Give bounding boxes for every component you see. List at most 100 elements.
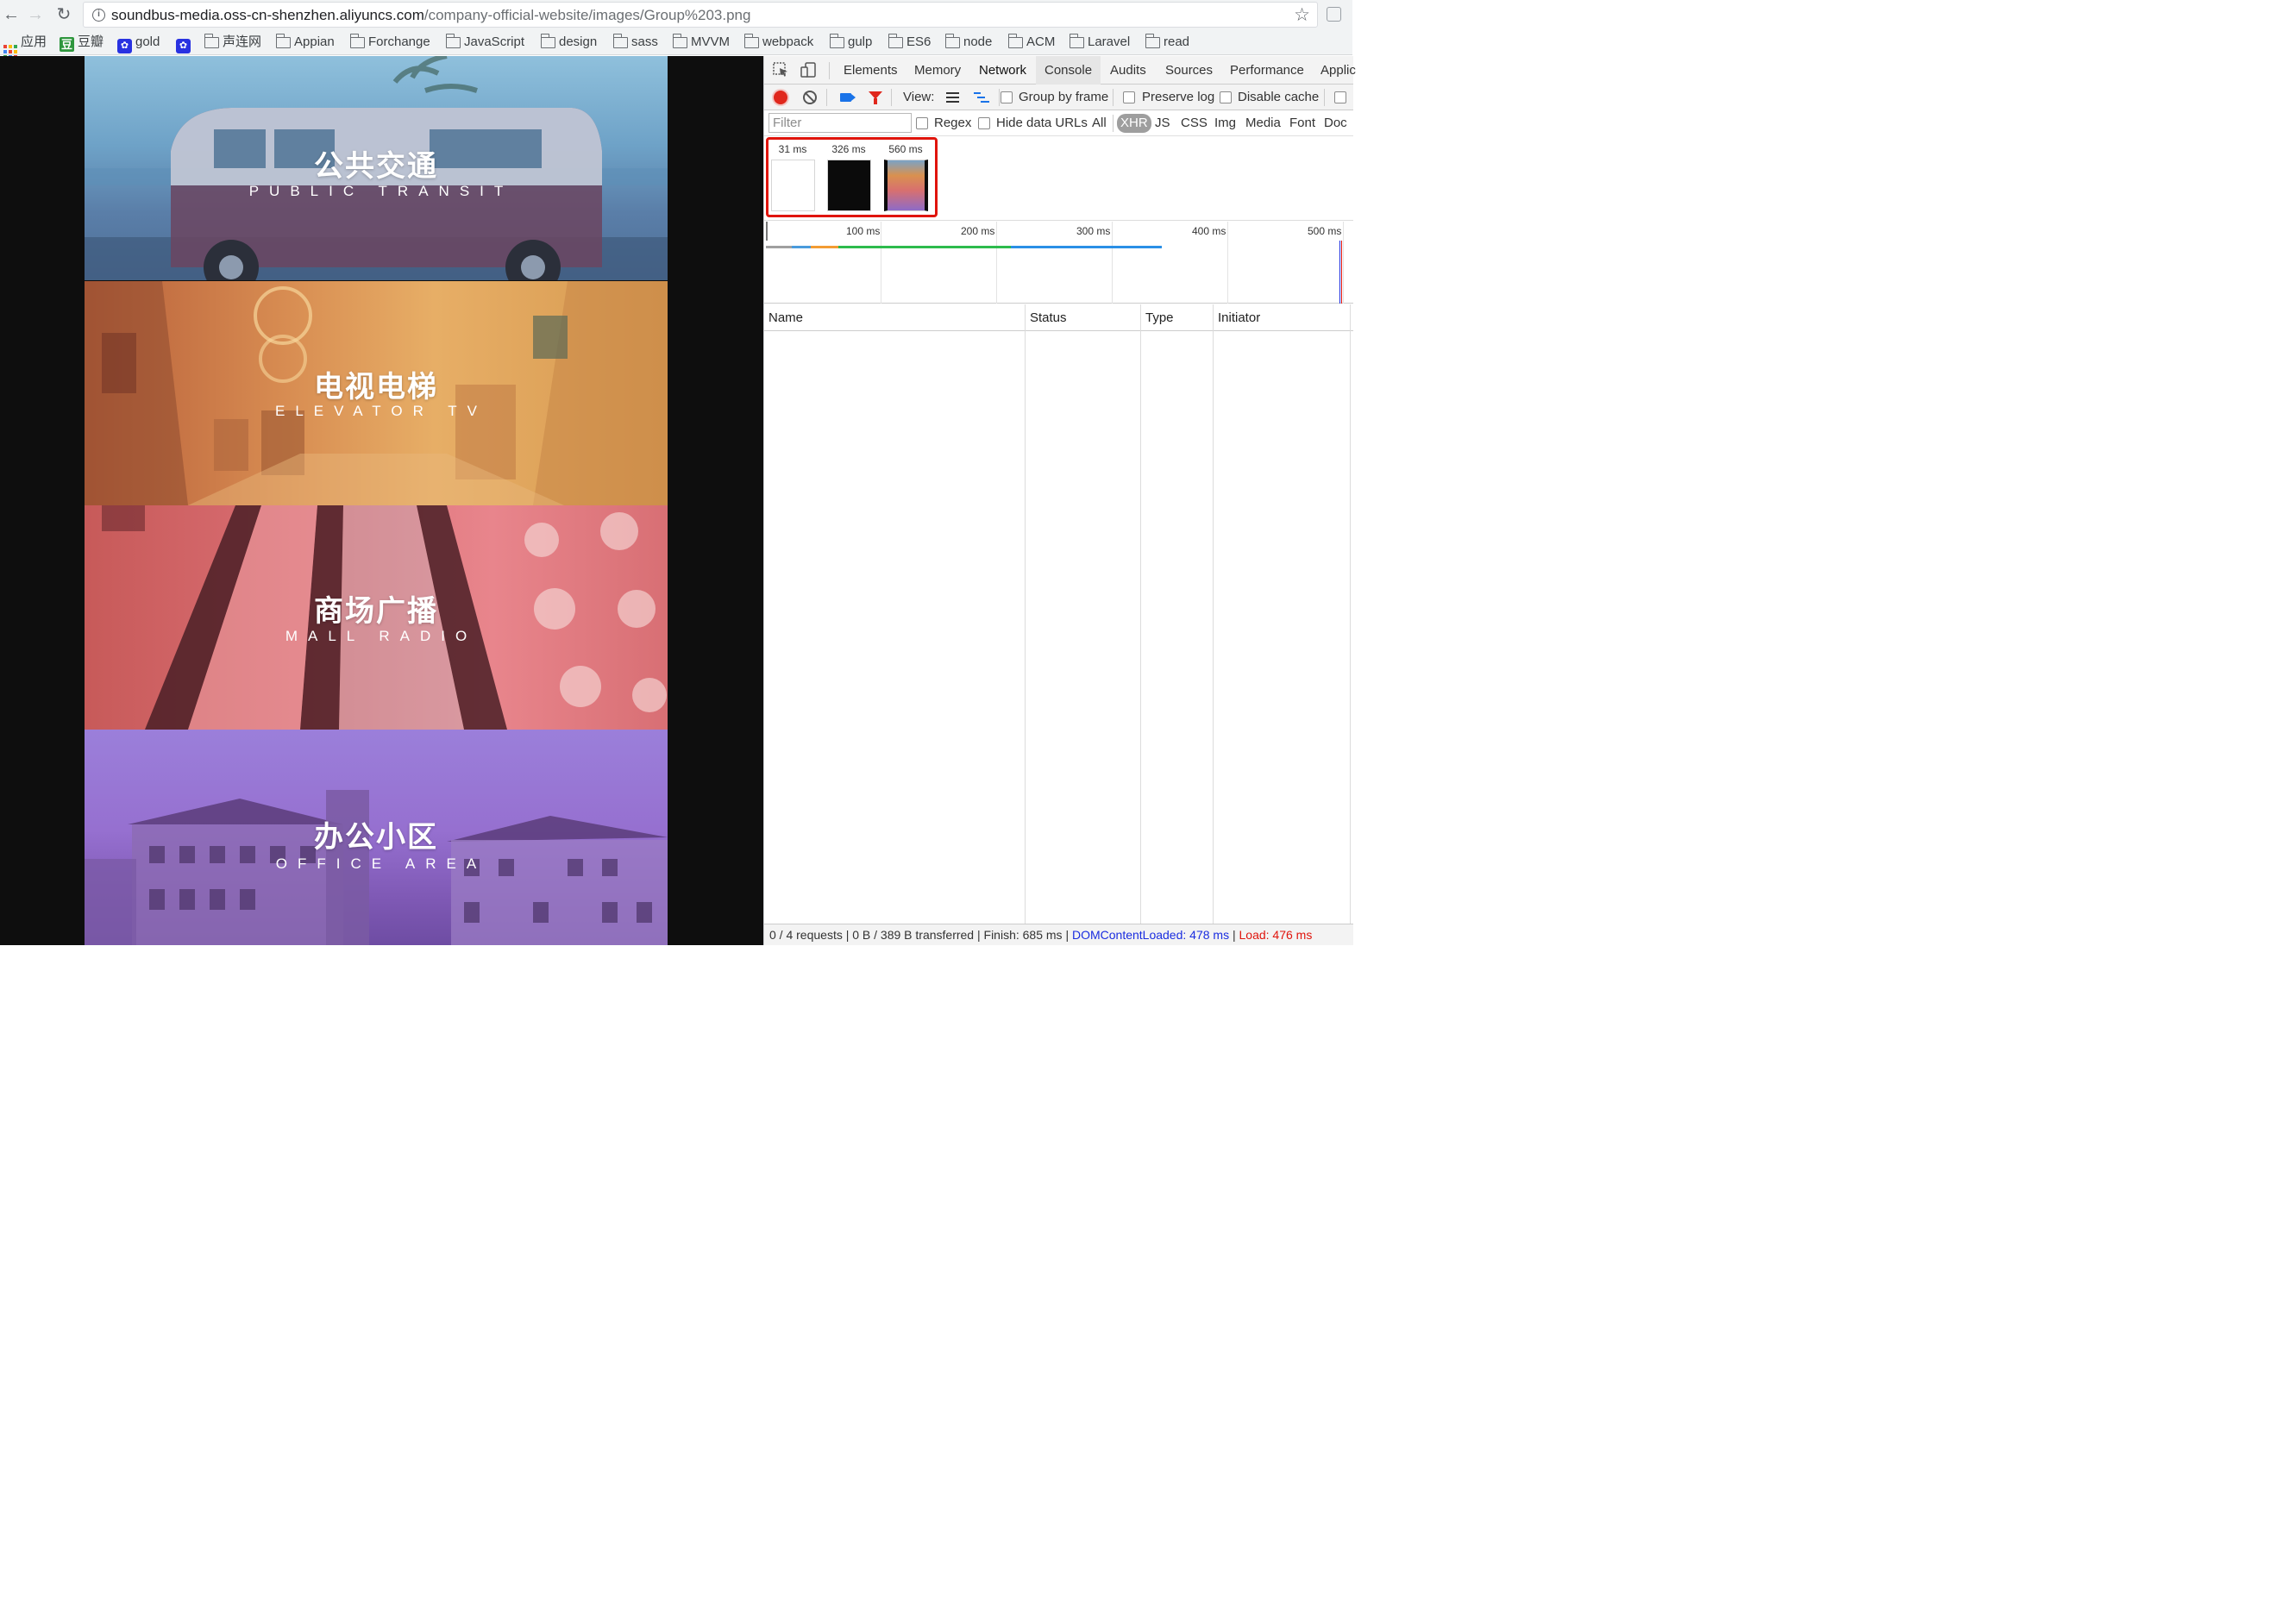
tab-console[interactable]: Console — [1036, 56, 1101, 85]
hide-data-urls-label: Hide data URLs — [996, 116, 1088, 130]
bookmark-folder-forchange[interactable]: Forchange — [349, 34, 430, 51]
load-event-marker — [1341, 241, 1342, 304]
bookmark-paw[interactable]: ✿ — [176, 34, 194, 53]
bookmark-folder-javascript[interactable]: JavaScript — [445, 34, 525, 51]
bookmark-star-icon[interactable]: ☆ — [1294, 4, 1310, 26]
bookmark-folder-es6[interactable]: ES6 — [888, 34, 931, 51]
browser-toolbar: ← → ↻ i soundbus-media.oss-cn-shenzhen.a… — [0, 0, 1352, 29]
timeline-bar-waiting — [838, 246, 1011, 248]
type-filter-xhr[interactable]: XHR — [1117, 114, 1151, 133]
bookmark-folder-appian[interactable]: Appian — [275, 34, 335, 51]
back-icon[interactable]: ← — [0, 3, 22, 26]
preserve-log-checkbox[interactable] — [1123, 91, 1135, 103]
bookmark-label: 声连网 — [223, 34, 262, 49]
request-table: Name Status Type Initiator — [764, 304, 1353, 924]
bookmark-label: 应用 — [21, 34, 47, 49]
column-divider[interactable] — [1140, 304, 1141, 924]
column-header-type[interactable]: Type — [1141, 304, 1174, 331]
tab-audits[interactable]: Audits — [1101, 56, 1155, 85]
bookmark-folder-gulp[interactable]: gulp — [829, 34, 872, 51]
column-header-initiator[interactable]: Initiator — [1214, 304, 1260, 331]
column-header-status[interactable]: Status — [1026, 304, 1067, 331]
folder-icon — [1145, 34, 1160, 48]
regex-checkbox[interactable] — [916, 117, 928, 129]
timeline-tick-label: 100 ms — [846, 225, 881, 237]
overview-view-icon[interactable] — [974, 91, 989, 103]
extension-icon[interactable] — [1327, 7, 1341, 22]
timeline-gridline — [1227, 222, 1228, 304]
column-divider[interactable] — [1213, 304, 1214, 924]
filmstrip-frame[interactable]: 31 ms — [768, 143, 817, 211]
type-filter-all[interactable]: All — [1089, 114, 1109, 133]
timeline-bar-queue — [766, 246, 792, 248]
bookmark-apps[interactable]: 应用 — [3, 34, 47, 59]
forward-icon[interactable]: → — [24, 3, 47, 26]
disable-cache-checkbox[interactable] — [1220, 91, 1232, 103]
filmstrip-frame[interactable]: 326 ms — [825, 143, 873, 211]
site-info-icon[interactable]: i — [92, 9, 105, 22]
type-filter-img[interactable]: Img — [1212, 114, 1239, 133]
bookmark-folder-sass[interactable]: sass — [612, 34, 658, 51]
bookmark-folder-webpack[interactable]: webpack — [743, 34, 813, 51]
devtools-panel: Elements Memory Network Console Audits S… — [763, 56, 1356, 945]
type-filter-doc[interactable]: Doc — [1321, 114, 1350, 133]
bookmark-douban[interactable]: 豆豆瓣 — [60, 34, 104, 52]
inspect-element-icon[interactable] — [773, 62, 790, 78]
tab-network[interactable]: Network — [970, 56, 1035, 85]
bookmark-folder-shenglianwang[interactable]: 声连网 — [204, 34, 261, 51]
bookmark-folder-read[interactable]: read — [1145, 34, 1189, 51]
bookmark-label: Appian — [294, 34, 335, 49]
filter-input[interactable] — [768, 113, 912, 133]
tab-sources[interactable]: Sources — [1157, 56, 1221, 85]
bookmark-label: Forchange — [368, 34, 430, 49]
clear-icon[interactable] — [803, 91, 817, 104]
type-filter-font[interactable]: Font — [1287, 114, 1318, 133]
bookmark-folder-design[interactable]: design — [540, 34, 597, 51]
group-by-frame-checkbox[interactable] — [1001, 91, 1013, 103]
tab-performance[interactable]: Performance — [1221, 56, 1313, 85]
filter-icon[interactable] — [869, 91, 882, 104]
toolbar-divider — [1324, 89, 1325, 106]
column-header-name[interactable]: Name — [764, 304, 803, 331]
column-divider[interactable] — [1350, 304, 1351, 924]
timeline-gridline — [1343, 222, 1344, 304]
address-bar[interactable]: i soundbus-media.oss-cn-shenzhen.aliyunc… — [83, 2, 1318, 28]
frame-time: 560 ms — [888, 143, 923, 155]
type-filter-js[interactable]: JS — [1152, 114, 1173, 133]
reload-icon[interactable]: ↻ — [53, 3, 75, 26]
bookmark-label: JavaScript — [464, 34, 525, 49]
bookmark-folder-acm[interactable]: ACM — [1007, 34, 1055, 51]
column-divider[interactable] — [1025, 304, 1026, 924]
bookmark-folder-laravel[interactable]: Laravel — [1069, 34, 1130, 51]
tab-application[interactable]: Applic — [1312, 56, 1364, 85]
device-toolbar-icon[interactable] — [800, 62, 818, 78]
panel-subtitle: ELEVATOR TV — [274, 403, 487, 419]
folder-icon — [1069, 34, 1084, 48]
network-summary-bar: 0 / 4 requests | 0 B / 389 B transferred… — [764, 924, 1353, 945]
frame-thumbnail — [770, 160, 815, 211]
bookmark-gold[interactable]: ✿ gold — [117, 34, 160, 53]
network-overview-timeline[interactable]: 100 ms 200 ms 300 ms 400 ms 500 ms — [764, 222, 1353, 304]
hide-data-urls-checkbox[interactable] — [978, 117, 990, 129]
tab-memory[interactable]: Memory — [906, 56, 969, 85]
bookmark-folder-node[interactable]: node — [944, 34, 992, 51]
frame-thumbnail — [883, 160, 928, 211]
record-button[interactable] — [774, 91, 787, 104]
frame-time: 326 ms — [831, 143, 866, 155]
folder-icon — [612, 34, 628, 48]
folder-icon — [540, 34, 555, 48]
type-filter-css[interactable]: CSS — [1178, 114, 1210, 133]
timeline-bar-download — [1011, 246, 1162, 248]
panel-subtitle: OFFICE AREA — [275, 855, 487, 872]
capture-screenshots-icon[interactable] — [840, 93, 851, 102]
bookmark-folder-mvvm[interactable]: MVVM — [672, 34, 730, 51]
toolbar-divider — [829, 62, 830, 79]
offline-checkbox[interactable] — [1334, 91, 1346, 103]
timeline-gridline — [1112, 222, 1113, 304]
tab-elements[interactable]: Elements — [835, 56, 906, 85]
paw-icon: ✿ — [176, 39, 191, 53]
filmstrip-frame[interactable]: 560 ms — [881, 143, 930, 211]
url-text[interactable]: soundbus-media.oss-cn-shenzhen.aliyuncs.… — [111, 7, 750, 24]
large-rows-view-icon[interactable] — [946, 92, 959, 103]
type-filter-media[interactable]: Media — [1243, 114, 1283, 133]
